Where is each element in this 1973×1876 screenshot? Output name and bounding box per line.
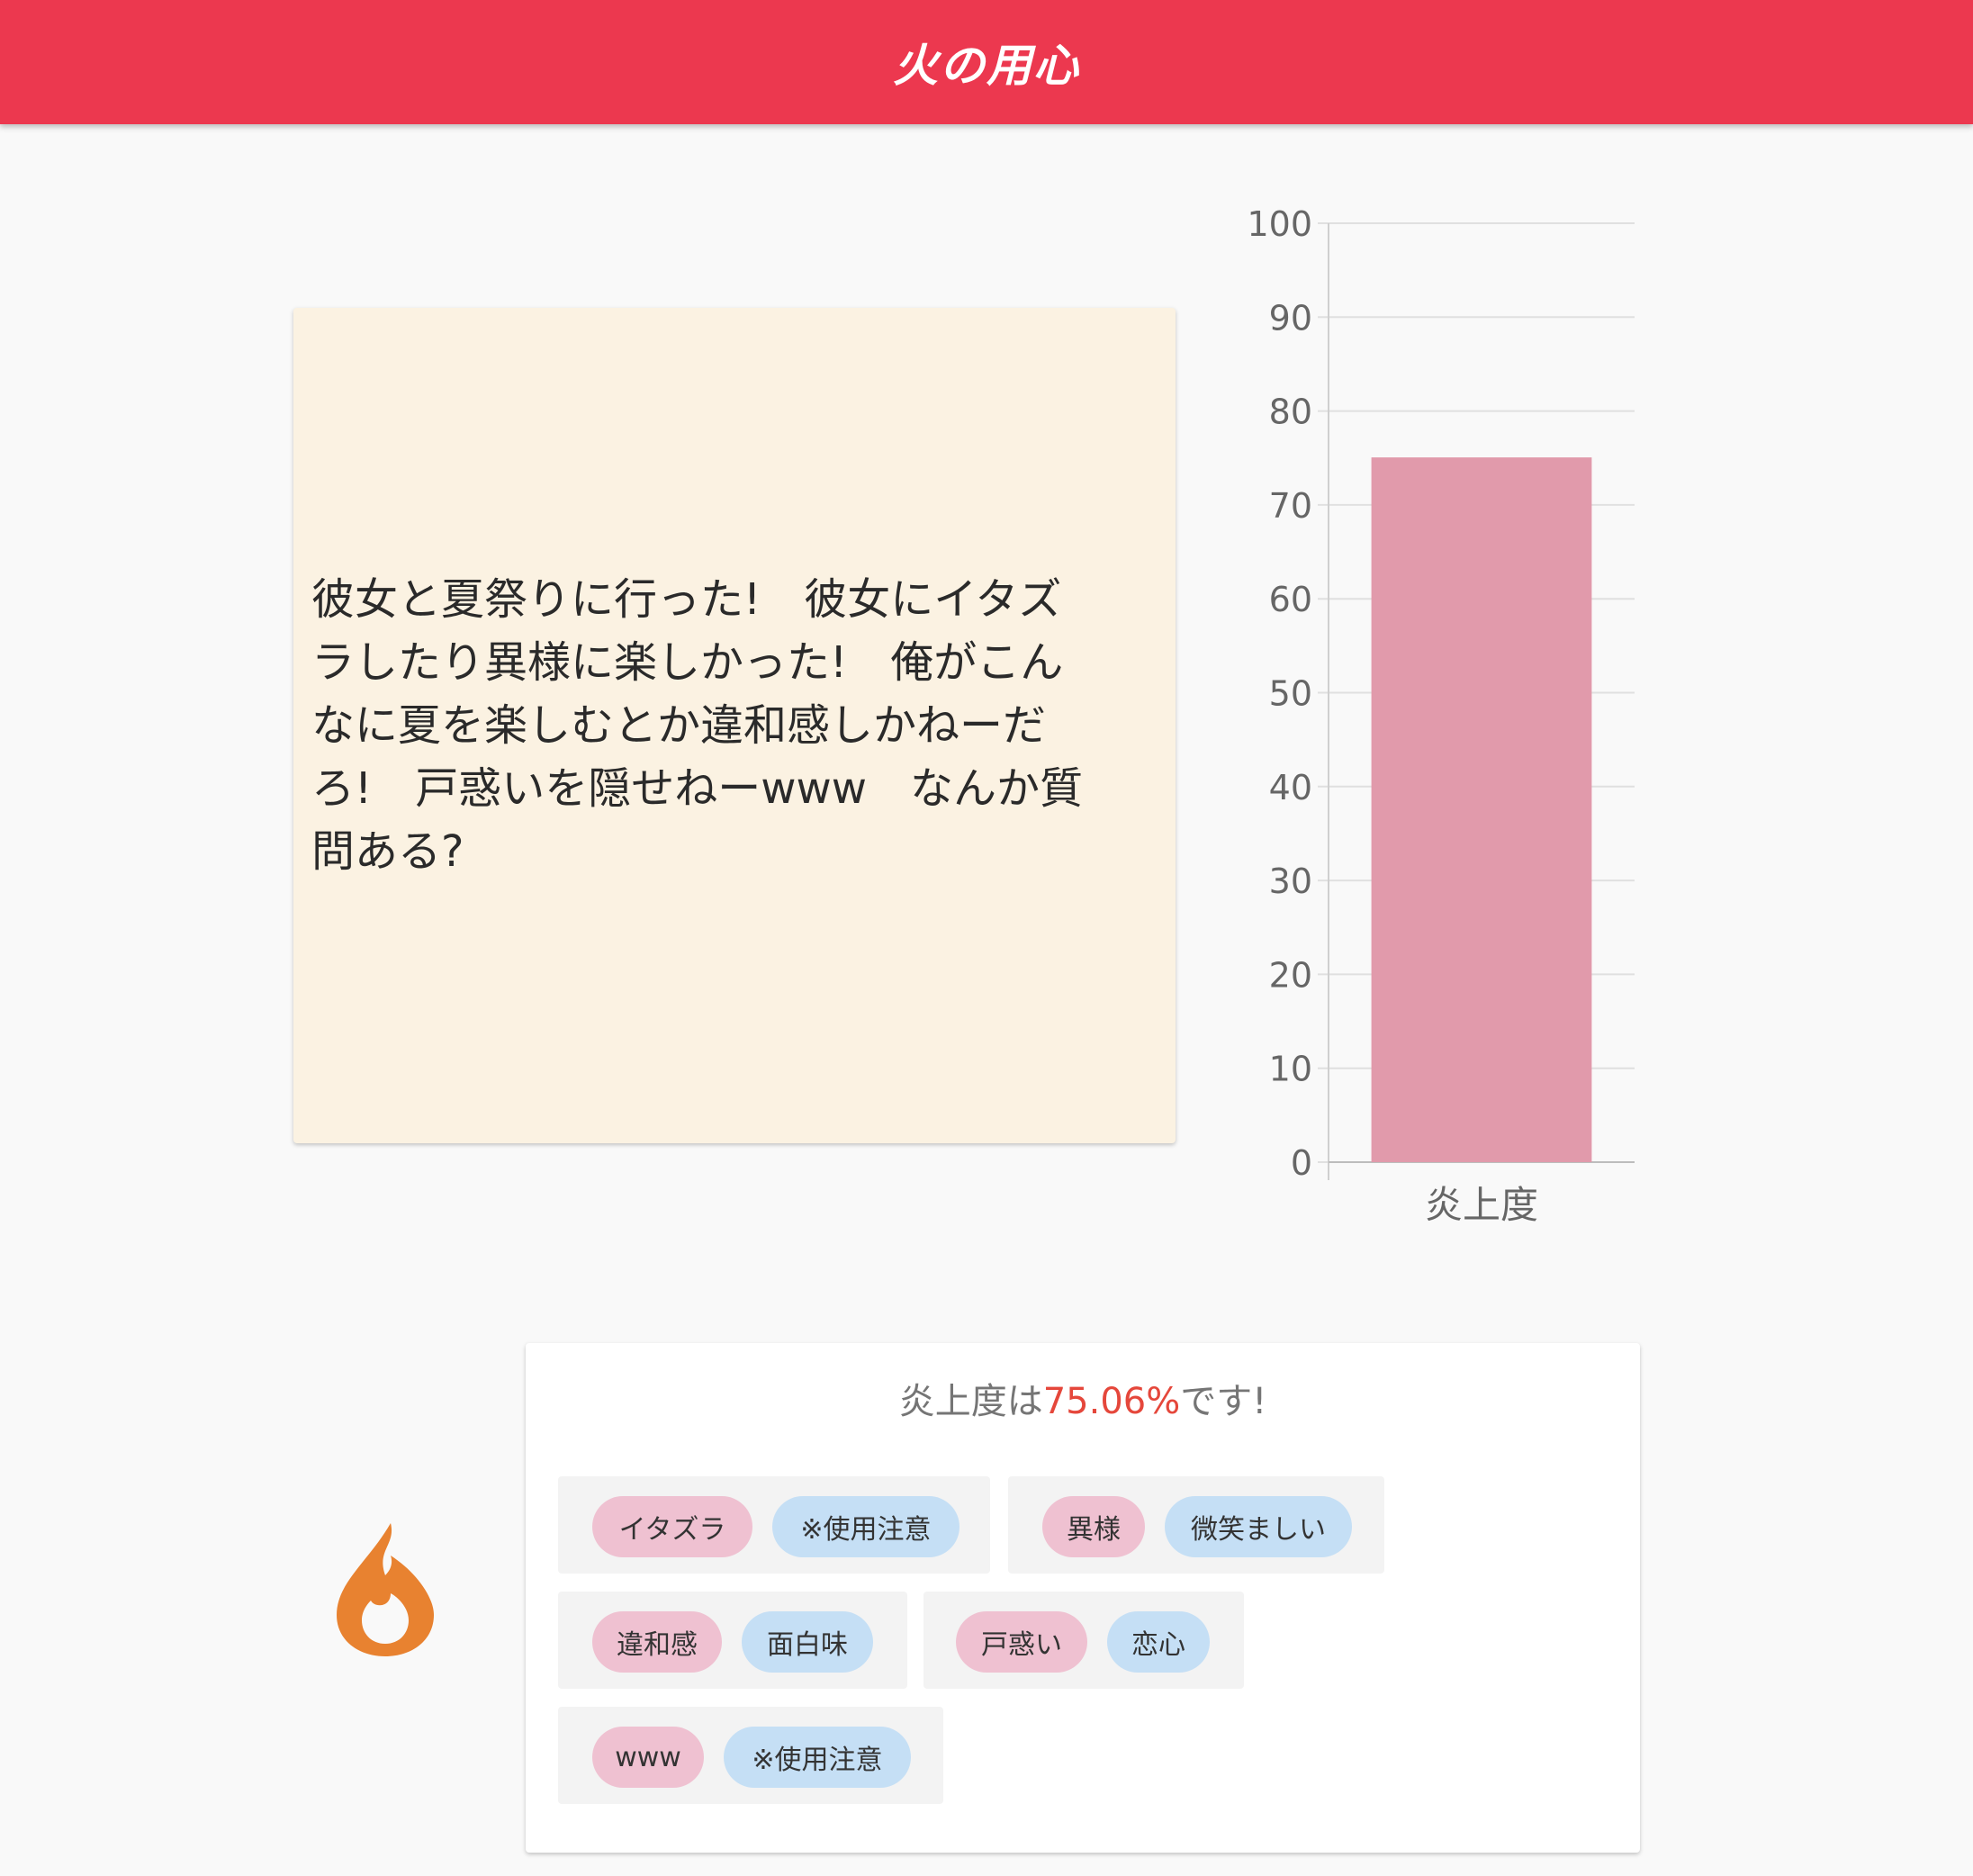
category-chip: 恋心 <box>1107 1611 1210 1673</box>
y-tick-label: 90 <box>1269 298 1312 338</box>
app-header: 火の用心 <box>0 0 1973 124</box>
word-chip: イタズラ <box>592 1496 752 1557</box>
category-chip: 面白味 <box>742 1611 873 1673</box>
y-tick-label: 40 <box>1269 768 1312 807</box>
bar <box>1371 457 1592 1162</box>
tag-group: www ※使用注意 <box>558 1707 943 1804</box>
tag-group: 違和感 面白味 <box>558 1592 907 1689</box>
y-tick-label: 80 <box>1269 392 1312 432</box>
y-tick-label: 100 <box>1247 204 1312 244</box>
x-category-label: 炎上度 <box>1425 1183 1538 1227</box>
category-chip: ※使用注意 <box>772 1496 959 1557</box>
word-chip: 異様 <box>1042 1496 1145 1557</box>
app-title: 火の用心 <box>893 40 1080 92</box>
result-prefix: 炎上度は <box>898 1381 1043 1422</box>
y-tick-label: 70 <box>1269 486 1312 526</box>
y-tick-label: 20 <box>1269 955 1312 995</box>
y-tick-label: 50 <box>1269 674 1312 714</box>
y-tick-label: 10 <box>1269 1050 1312 1089</box>
word-chip: 違和感 <box>592 1611 722 1673</box>
word-chip: 戸惑い <box>956 1611 1087 1673</box>
tag-group: イタズラ ※使用注意 <box>558 1476 990 1574</box>
y-tick-label: 30 <box>1269 861 1312 901</box>
flame-score-chart: 0 10 20 30 40 50 60 70 80 90 100 炎上度 <box>1247 204 1635 1227</box>
category-chip: ※使用注意 <box>724 1727 911 1788</box>
post-card: 彼女と夏祭りに行った! 彼女にイタズ ラしたり異様に楽しかった! 俺がこん なに… <box>293 308 1176 1143</box>
tag-group: 戸惑い 恋心 <box>923 1592 1244 1689</box>
y-tick-label: 60 <box>1269 580 1312 619</box>
category-chip: 微笑ましい <box>1165 1496 1352 1557</box>
result-suffix: です! <box>1180 1381 1267 1422</box>
word-chip: www <box>592 1727 704 1788</box>
result-summary: 炎上度は75.06%です! <box>526 1372 1640 1424</box>
result-card: 炎上度は75.06%です! イタズラ ※使用注意 異様 微笑ましい 違和感 面白… <box>526 1343 1640 1853</box>
post-text: 彼女と夏祭りに行った! 彼女にイタズ ラしたり異様に楽しかった! 俺がこん なに… <box>311 574 1084 877</box>
flame-icon <box>337 1523 434 1656</box>
tag-group: 異様 微笑ましい <box>1008 1476 1384 1574</box>
result-value: 75.06% <box>1042 1381 1181 1422</box>
y-tick-label: 0 <box>1291 1143 1312 1183</box>
